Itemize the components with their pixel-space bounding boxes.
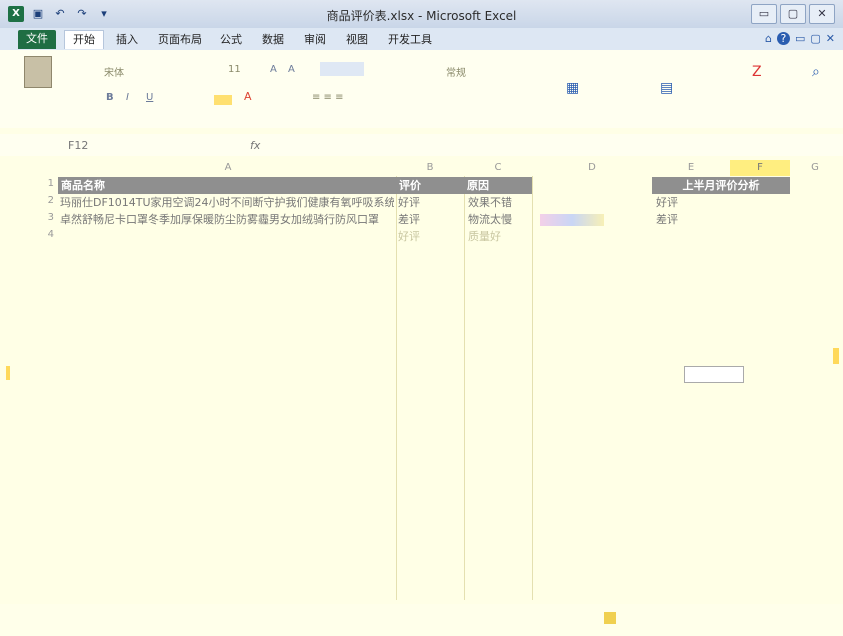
cell-reason[interactable]: 质量好 [468, 229, 530, 245]
restore-button[interactable]: ▢ [780, 4, 806, 24]
column-header-f[interactable]: F [730, 160, 790, 176]
doc-minimize-icon[interactable]: ▭ [795, 32, 805, 45]
cell-rating[interactable]: 差评 [398, 212, 462, 228]
cell-product-name[interactable]: 卓然舒畅尼卡口罩冬季加厚保暖防尘防雾霾男女加绒骑行防风口罩 [60, 212, 394, 228]
row-header[interactable]: 1 [40, 178, 54, 189]
cell-reason[interactable]: 物流太慢 [468, 212, 530, 228]
header-reason[interactable]: 原因 [464, 177, 532, 194]
bold-button[interactable]: B [106, 92, 114, 103]
underline-button[interactable]: U [146, 92, 153, 103]
font-size-select[interactable]: 11 [228, 64, 241, 75]
italic-button[interactable]: I [126, 92, 129, 103]
ribbon-tabs: 文件 开始 插入 页面布局 公式 数据 审阅 视图 开发工具 ⌂ ? ▭ ▢ ✕ [0, 28, 843, 51]
paste-icon[interactable] [24, 56, 52, 88]
tab-formulas[interactable]: 公式 [212, 31, 250, 49]
ribbon-right-icons: ⌂ ? ▭ ▢ ✕ [765, 32, 835, 45]
status-area [0, 604, 843, 636]
doc-restore-icon[interactable]: ▢ [810, 32, 820, 45]
selected-cell-box[interactable] [684, 366, 744, 383]
tab-data[interactable]: 数据 [254, 31, 292, 49]
cell-product-name[interactable]: 玛丽仕DF1014TU家用空调24小时不间断守护我们健康有氧呼吸系统 [60, 195, 394, 211]
grid-line [532, 176, 533, 600]
cell-rating[interactable]: 好评 [398, 229, 462, 245]
close-button[interactable]: ✕ [809, 4, 835, 24]
header-product-name[interactable]: 商品名称 [58, 177, 396, 194]
left-edge-marker [6, 366, 10, 380]
column-header-b[interactable]: B [396, 160, 464, 176]
cell-reason[interactable]: 效果不错 [468, 195, 530, 211]
fx-icon[interactable]: fx [250, 139, 260, 152]
tab-view[interactable]: 视图 [338, 31, 376, 49]
column-header-g[interactable]: G [790, 160, 840, 176]
vertical-scrollbar-thumb[interactable] [833, 348, 839, 364]
minimize-button[interactable]: ▭ [751, 4, 777, 24]
row-header[interactable]: 2 [40, 195, 54, 206]
font-color-button[interactable]: A [244, 90, 252, 103]
grow-font-button[interactable]: A [270, 64, 277, 75]
analysis-item[interactable]: 好评 [656, 195, 726, 211]
ribbon-minimize-icon[interactable]: ⌂ [765, 32, 772, 45]
grid-line [396, 176, 397, 600]
column-header-d[interactable]: D [532, 160, 652, 176]
doc-close-icon[interactable]: ✕ [826, 32, 835, 45]
data-bar [540, 214, 604, 226]
analysis-item[interactable]: 差评 [656, 212, 726, 228]
cell-styles-icon[interactable]: ▤ [660, 80, 673, 96]
font-name-select[interactable]: 宋体 [104, 64, 124, 79]
sheet-tab-icon[interactable] [604, 612, 616, 624]
column-header-a[interactable]: A [60, 160, 396, 176]
help-icon[interactable]: ? [776, 32, 790, 45]
window-controls: ▭ ▢ ✕ [751, 4, 835, 24]
shrink-font-button[interactable]: A [288, 64, 295, 75]
name-box[interactable]: F12 [68, 139, 158, 152]
fill-color-icon[interactable] [214, 95, 232, 105]
ribbon-home: 宋体 11 A A 常规 B I U A ≡ ≡ ≡ ▦ ▤ Ζ ⌕ [0, 50, 843, 128]
row-header[interactable]: 4 [40, 229, 54, 240]
analysis-title[interactable]: 上半月评价分析 [652, 177, 790, 194]
tab-insert[interactable]: 插入 [108, 31, 146, 49]
title-bar: X ▣ ↶ ↷ ▾ 商品评价表.xlsx - Microsoft Excel ▭… [0, 0, 843, 29]
sort-filter-icon[interactable]: Ζ [752, 64, 762, 80]
excel-window: X ▣ ↶ ↷ ▾ 商品评价表.xlsx - Microsoft Excel ▭… [0, 0, 843, 636]
cell-rating[interactable]: 好评 [398, 195, 462, 211]
grid-line [464, 176, 465, 600]
tab-review[interactable]: 审阅 [296, 31, 334, 49]
align-buttons[interactable]: ≡ ≡ ≡ [312, 92, 344, 103]
conditional-format-icon[interactable]: ▦ [566, 80, 579, 96]
tab-home[interactable]: 开始 [64, 30, 104, 49]
tab-file[interactable]: 文件 [18, 30, 56, 49]
row-header[interactable]: 3 [40, 212, 54, 223]
cell-product-name[interactable] [60, 229, 394, 245]
header-rating[interactable]: 评价 [396, 177, 464, 194]
tab-developer[interactable]: 开发工具 [380, 31, 440, 49]
window-title: 商品评价表.xlsx - Microsoft Excel [326, 9, 517, 23]
column-header-c[interactable]: C [464, 160, 532, 176]
column-header-e[interactable]: E [652, 160, 730, 176]
number-format-select[interactable]: 常规 [446, 64, 466, 79]
alignment-group[interactable] [320, 62, 364, 76]
find-select-icon[interactable]: ⌕ [812, 64, 820, 80]
tab-page-layout[interactable]: 页面布局 [150, 31, 210, 49]
